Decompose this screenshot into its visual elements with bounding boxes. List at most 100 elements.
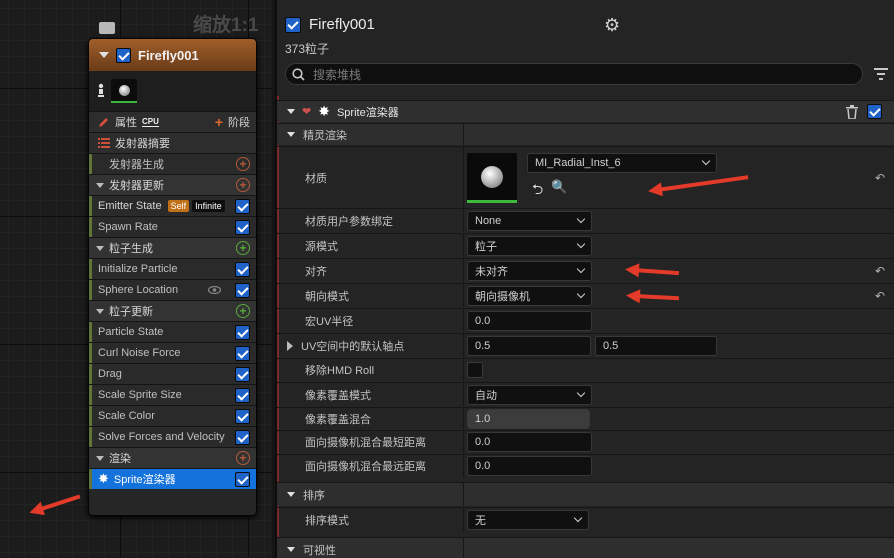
eye-icon[interactable]	[208, 286, 221, 294]
macro-uv-input[interactable]: 0.0	[467, 310, 592, 331]
section-label: 粒子更新	[109, 306, 153, 318]
module-emitter-state[interactable]: Emitter State Self Infinite	[89, 195, 256, 216]
sphere-icon	[118, 84, 130, 96]
module-solve-forces[interactable]: Solve Forces and Velocity	[89, 426, 256, 447]
search-input[interactable]: 搜索堆栈	[285, 63, 863, 85]
collapse-icon[interactable]	[287, 132, 295, 137]
properties-row[interactable]: 属性 CPU + 阶段	[89, 111, 256, 132]
pivot-y-input[interactable]: 0.5	[595, 335, 717, 356]
renderer-enable-checkbox[interactable]	[867, 104, 882, 119]
module-initialize-particle[interactable]: Initialize Particle	[89, 258, 256, 279]
emitter-node[interactable]: Firefly001 属性 CPU + 阶段 发射器摘要 发射器生成 + 发射器更新…	[88, 38, 257, 516]
collapse-icon[interactable]	[96, 182, 104, 188]
facing-mode-dropdown[interactable]: 朝向摄像机	[467, 285, 592, 306]
material-thumbnail[interactable]	[467, 153, 517, 203]
emitter-spawn-row[interactable]: 发射器生成 +	[89, 153, 256, 174]
reset-icon[interactable]: ↶	[875, 289, 885, 303]
module-curl-noise-force[interactable]: Curl Noise Force	[89, 342, 256, 363]
graph-panel[interactable]: 缩放1:1 Firefly001 属性 CPU + 阶段 发射器摘要 发射器生成 +…	[0, 0, 272, 558]
material-param-dropdown[interactable]: None	[467, 210, 592, 231]
module-checkbox[interactable]	[235, 324, 250, 340]
collapse-icon[interactable]	[287, 547, 295, 552]
module-checkbox[interactable]	[235, 429, 250, 445]
particle-count: 373粒子	[285, 42, 330, 56]
module-label: Sphere Location	[98, 284, 179, 296]
collapse-icon[interactable]	[99, 52, 109, 58]
section-particle-spawn[interactable]: 粒子生成 +	[89, 237, 256, 258]
module-checkbox[interactable]	[235, 387, 250, 403]
trash-icon[interactable]	[846, 105, 858, 119]
section-sprite-rendering[interactable]: 精灵渲染	[277, 123, 894, 145]
pivot-x-input[interactable]: 0.5	[467, 335, 591, 356]
self-badge: Self	[167, 200, 190, 212]
module-scale-color[interactable]: Scale Color	[89, 405, 256, 426]
collapse-icon[interactable]	[287, 109, 295, 114]
module-particle-state[interactable]: Particle State	[89, 321, 256, 342]
module-checkbox[interactable]	[235, 282, 250, 298]
emitter-summary-row[interactable]: 发射器摘要	[89, 132, 256, 153]
module-label: Particle State	[98, 326, 164, 338]
collapse-icon[interactable]	[96, 308, 104, 314]
module-checkbox[interactable]	[235, 345, 250, 361]
section-label: 可视性	[303, 544, 336, 557]
node-header[interactable]: Firefly001	[89, 39, 256, 71]
emitter-enable-checkbox[interactable]	[285, 16, 301, 33]
module-scale-sprite-size[interactable]: Scale Sprite Size	[89, 384, 256, 405]
row-label: 像素覆盖混合	[305, 413, 371, 426]
module-sphere-location[interactable]: Sphere Location	[89, 279, 256, 300]
module-checkbox[interactable]	[235, 471, 250, 487]
module-drag[interactable]: Drag	[89, 363, 256, 384]
use-selected-icon[interactable]: ⮌	[532, 179, 543, 203]
section-visibility[interactable]: 可视性	[277, 537, 894, 558]
row-pixel-coverage-mode: 像素覆盖模式 自动	[277, 382, 894, 406]
expand-icon[interactable]	[287, 340, 293, 351]
add-icon[interactable]: +	[215, 114, 223, 130]
module-checkbox[interactable]	[235, 261, 250, 277]
remove-hmd-roll-checkbox[interactable]	[467, 362, 483, 378]
sort-mode-dropdown[interactable]: 无	[467, 509, 589, 530]
browse-icon[interactable]: 🔍	[551, 179, 567, 203]
search-placeholder: 搜索堆栈	[313, 67, 362, 82]
collapse-icon[interactable]	[287, 492, 295, 497]
gear-icon[interactable]: ⚙	[604, 15, 620, 36]
renderer-header[interactable]: ❤ ✸ Sprite渲染器	[277, 100, 894, 122]
material-dropdown[interactable]: MI_Radial_Inst_6	[527, 153, 717, 173]
module-checkbox[interactable]	[235, 408, 250, 424]
add-module-icon[interactable]: +	[236, 178, 250, 192]
properties-label: 属性	[115, 117, 137, 129]
add-module-icon[interactable]: +	[236, 157, 250, 171]
dropdown-value: None	[475, 214, 502, 227]
pixel-coverage-dropdown[interactable]: 自动	[467, 384, 592, 405]
collapse-icon[interactable]	[96, 245, 104, 251]
section-render[interactable]: 渲染 +	[89, 447, 256, 468]
source-mode-dropdown[interactable]: 粒子	[467, 235, 592, 256]
filter-icon[interactable]	[874, 68, 888, 80]
comment-icon[interactable]	[99, 22, 115, 34]
material-thumbnail[interactable]	[111, 79, 137, 103]
collapse-icon[interactable]	[96, 455, 104, 461]
pixel-coverage-blend-slider[interactable]: 1.0	[467, 408, 590, 429]
module-checkbox[interactable]	[235, 198, 250, 214]
add-module-icon[interactable]: +	[236, 241, 250, 255]
max-distance-input[interactable]: 0.0	[467, 456, 592, 476]
add-module-icon[interactable]: +	[236, 304, 250, 318]
section-emitter-update[interactable]: 发射器更新 +	[89, 174, 256, 195]
stage-label[interactable]: 阶段	[228, 114, 250, 130]
alignment-dropdown[interactable]: 未对齐	[467, 260, 592, 281]
reset-icon[interactable]: ↶	[875, 171, 885, 185]
row-label: 面向摄像机混合最短距离	[305, 437, 426, 449]
node-enable-checkbox[interactable]	[116, 47, 131, 63]
module-spawn-rate[interactable]: Spawn Rate	[89, 216, 256, 237]
module-sprite-renderer[interactable]: ✸ Sprite渲染器	[89, 468, 256, 489]
min-distance-input[interactable]: 0.0	[467, 432, 592, 452]
row-max-distance: 面向摄像机混合最远距离 0.0	[277, 454, 894, 477]
dropdown-value: 粒子	[475, 240, 497, 253]
section-particle-update[interactable]: 粒子更新 +	[89, 300, 256, 321]
module-checkbox[interactable]	[235, 219, 250, 235]
add-module-icon[interactable]: +	[236, 451, 250, 465]
reset-icon[interactable]: ↶	[875, 264, 885, 278]
module-checkbox[interactable]	[235, 366, 250, 382]
section-sorting[interactable]: 排序	[277, 482, 894, 506]
row-pixel-coverage-blend: 像素覆盖混合 1.0	[277, 407, 894, 429]
row-label: 排序模式	[305, 514, 349, 527]
